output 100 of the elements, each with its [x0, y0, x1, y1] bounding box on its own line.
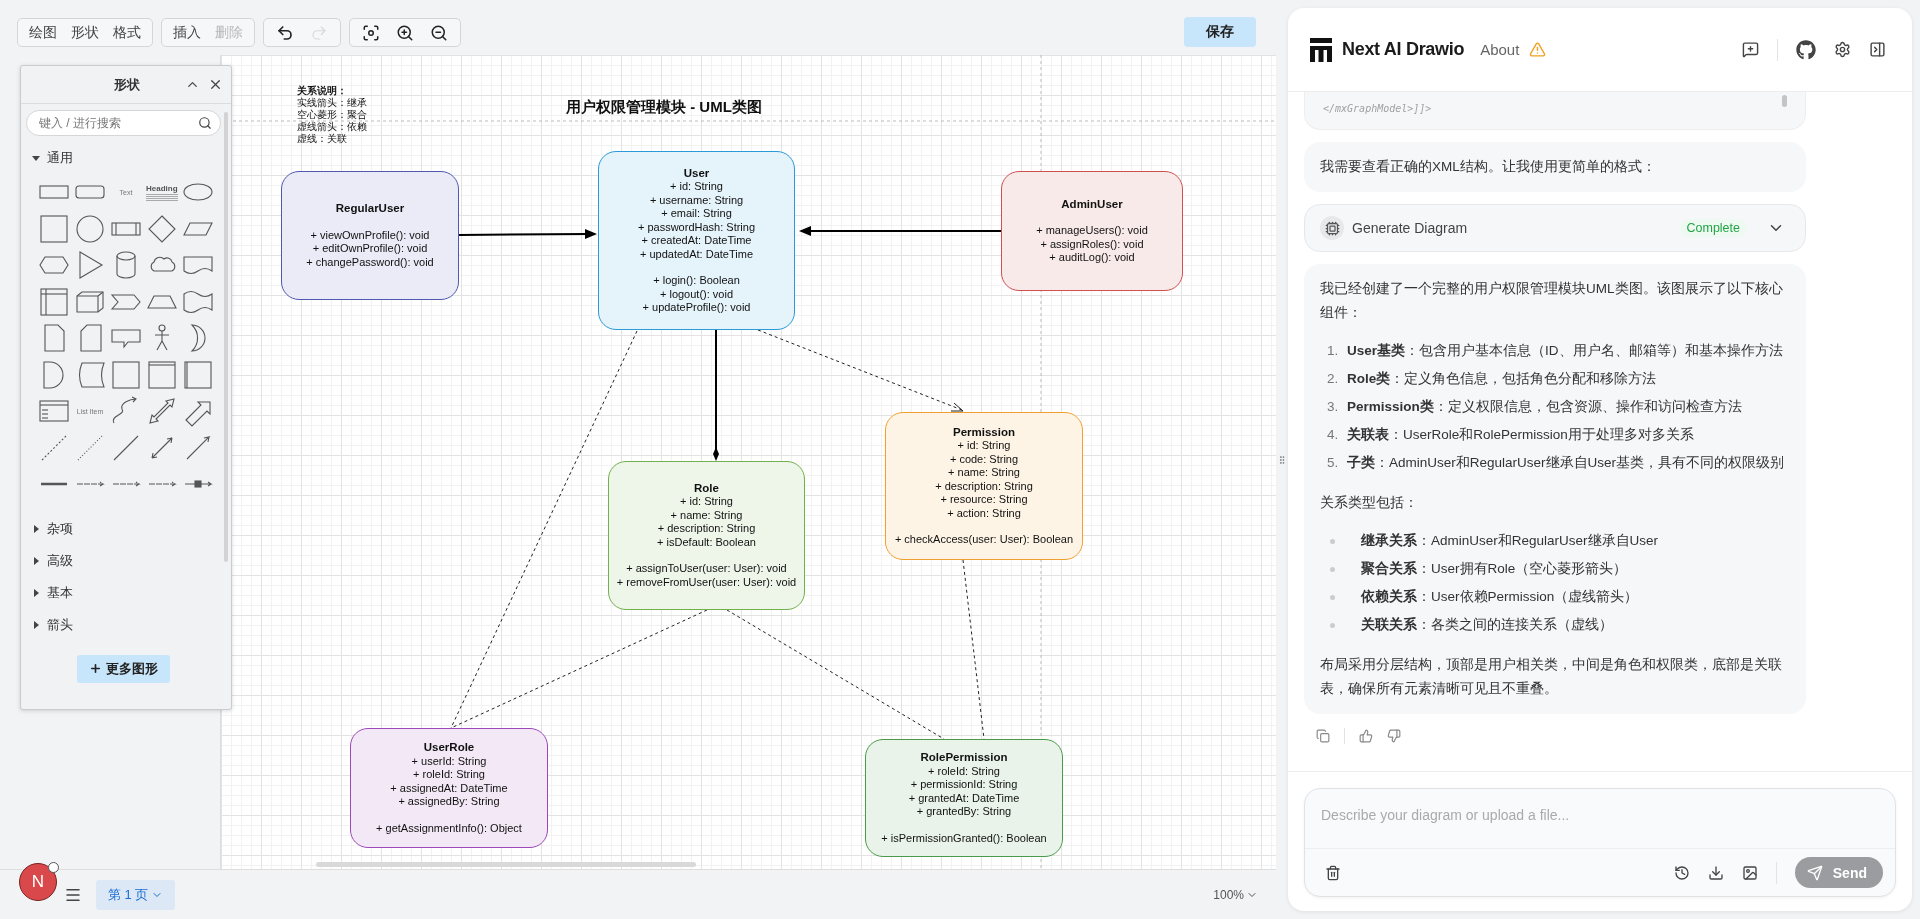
close-button[interactable] [208, 77, 223, 92]
page-tab[interactable]: 第 1 页 [96, 879, 176, 910]
attribute-text: + userId: String [411, 754, 487, 768]
list-item-text: Permission类：定义权限信息，包含资源、操作和访问检查方法 [1347, 398, 1742, 416]
zoom-level-dropdown[interactable]: 100% [1207, 886, 1264, 903]
zoom-out-icon [430, 23, 448, 42]
bullet-icon [1330, 539, 1335, 544]
thumbs-down-button[interactable] [1387, 729, 1401, 743]
class-name: User [683, 166, 710, 180]
class-name: RegularUser [335, 202, 405, 216]
menu-button[interactable]: 插入 [168, 21, 206, 44]
method-text: + changePassword(): void [306, 255, 434, 269]
class-name: RolePermission [920, 751, 1008, 765]
attribute-text: + id: String [670, 180, 723, 194]
new-chat-button[interactable] [1742, 41, 1759, 58]
method-text: + checkAccess(user: User): Boolean [894, 533, 1074, 547]
legend-text: 虚线：关联 [297, 133, 348, 145]
search-input[interactable]: 键入 / 进行搜索 [37, 115, 198, 131]
attribute-text: + resource: String [940, 493, 1028, 507]
about-link[interactable]: About [1480, 41, 1520, 58]
code-text: </mxGraphModel>]]> [1323, 103, 1432, 114]
collapse-panel-button[interactable] [1869, 41, 1886, 58]
save-button[interactable]: 保存 [1184, 17, 1256, 47]
attribute-text: + description: String [657, 522, 756, 536]
code-scrollbar[interactable] [1782, 95, 1787, 107]
class-name: Role [694, 481, 719, 496]
method-text: + assignRoles(): void [1040, 237, 1144, 251]
app-name: Next AI Drawio [1342, 39, 1465, 60]
chip-icon [1320, 216, 1344, 240]
chat-input-field[interactable]: Describe your diagram or upload a file... [1305, 789, 1895, 849]
panel-scrollbar[interactable] [224, 112, 228, 562]
attribute-text: + description: String [935, 479, 1033, 493]
caret-icon [32, 588, 40, 597]
menu-button[interactable]: 绘图 [24, 21, 62, 44]
caret-icon [32, 524, 40, 533]
section-header[interactable]: 高级 [26, 544, 79, 577]
legend-heading: 关系说明： [297, 85, 348, 97]
history-button[interactable] [1673, 864, 1690, 881]
method-text: + manageUsers(): void [1036, 224, 1148, 238]
method-text: + getAssignmentInfo(): Object [376, 821, 522, 835]
list-number: 2. [1327, 370, 1339, 388]
method-text: + auditLog(): void [1049, 251, 1135, 265]
list-number: 3. [1327, 398, 1339, 416]
settings-button[interactable] [1834, 41, 1851, 58]
attribute-text: + assignedAt: DateTime [390, 781, 508, 795]
section-header[interactable]: 杂项 [26, 512, 79, 545]
circle-shape-icon[interactable] [74, 212, 106, 245]
github-icon[interactable] [1796, 39, 1816, 60]
zoom-in-icon [396, 23, 414, 42]
menu-button[interactable]: 形状 [66, 21, 104, 44]
attribute-text: + roleId: String [928, 764, 1000, 778]
attribute-text: + updatedAt: DateTime [640, 247, 753, 261]
list-item-text: 继承关系：AdminUser和RegularUser继承自User [1361, 532, 1659, 550]
attribute-text: + createdAt: DateTime [641, 234, 752, 248]
caret-icon [32, 154, 40, 162]
logo-icon [1310, 37, 1332, 62]
send-icon [1806, 864, 1823, 881]
copy-button[interactable] [1316, 729, 1330, 743]
attribute-text: + name: String [670, 508, 743, 523]
method-text: + viewOwnProfile(): void [310, 228, 430, 242]
diagram-title: 用户权限管理模块 - UML类图 [566, 98, 762, 117]
image-upload-button[interactable] [1741, 864, 1758, 881]
thumbs-up-button[interactable] [1359, 729, 1373, 743]
status-dot-icon [48, 862, 59, 873]
square-shape-icon[interactable] [38, 212, 70, 245]
caret-icon [32, 620, 40, 629]
attribute-text: + grantedBy: String [916, 805, 1012, 819]
list-number: 5. [1327, 454, 1339, 472]
menu-button[interactable]: 格式 [108, 21, 146, 44]
section-header[interactable]: 通用 [26, 142, 79, 174]
attribute-text: + username: String [649, 193, 744, 207]
internal-storage-shape-icon[interactable] [38, 285, 70, 318]
legend-text: 空心菱形：聚合 [297, 109, 367, 121]
panel-title: 形状 [113, 75, 141, 94]
attribute-text: + id: String [957, 439, 1011, 453]
section-header[interactable]: 箭头 [26, 608, 79, 641]
attribute-text: + name: String [948, 466, 1020, 480]
more-shapes-button[interactable]: 更多图形 [77, 654, 170, 683]
user-avatar[interactable]: N [19, 863, 57, 901]
message-text: 我需要查看正确的XML结构。让我使用更简单的格式： [1320, 158, 1657, 176]
bullet-icon [1330, 595, 1335, 600]
list-item-text: 依赖关系：User依赖Permission（虚线箭头） [1361, 588, 1639, 606]
section-header[interactable]: 基本 [26, 576, 79, 609]
download-button[interactable] [1707, 864, 1724, 881]
message-text: 关系类型包括： [1320, 494, 1419, 512]
search-field[interactable]: 键入 / 进行搜索 [26, 110, 221, 136]
attribute-text: + grantedAt: DateTime [908, 791, 1020, 805]
bullet-icon [1330, 623, 1335, 628]
delete-button[interactable] [1325, 864, 1341, 881]
resize-handle-icon[interactable] [1277, 454, 1287, 465]
horizontal-scrollbar[interactable] [316, 862, 696, 867]
close-icon [208, 77, 223, 92]
class-name: UserRole [423, 741, 475, 755]
attribute-text: + email: String [661, 207, 732, 221]
list-item-text: 关联表：UserRole和RolePermission用于处理多对多关系 [1347, 426, 1694, 444]
attribute-text: + code: String [949, 452, 1019, 466]
plus-icon [89, 662, 102, 675]
double-block-arrow-shape-icon[interactable] [146, 395, 178, 427]
method-text: + updateProfile(): void [642, 301, 751, 315]
fit-view-icon [362, 23, 380, 42]
